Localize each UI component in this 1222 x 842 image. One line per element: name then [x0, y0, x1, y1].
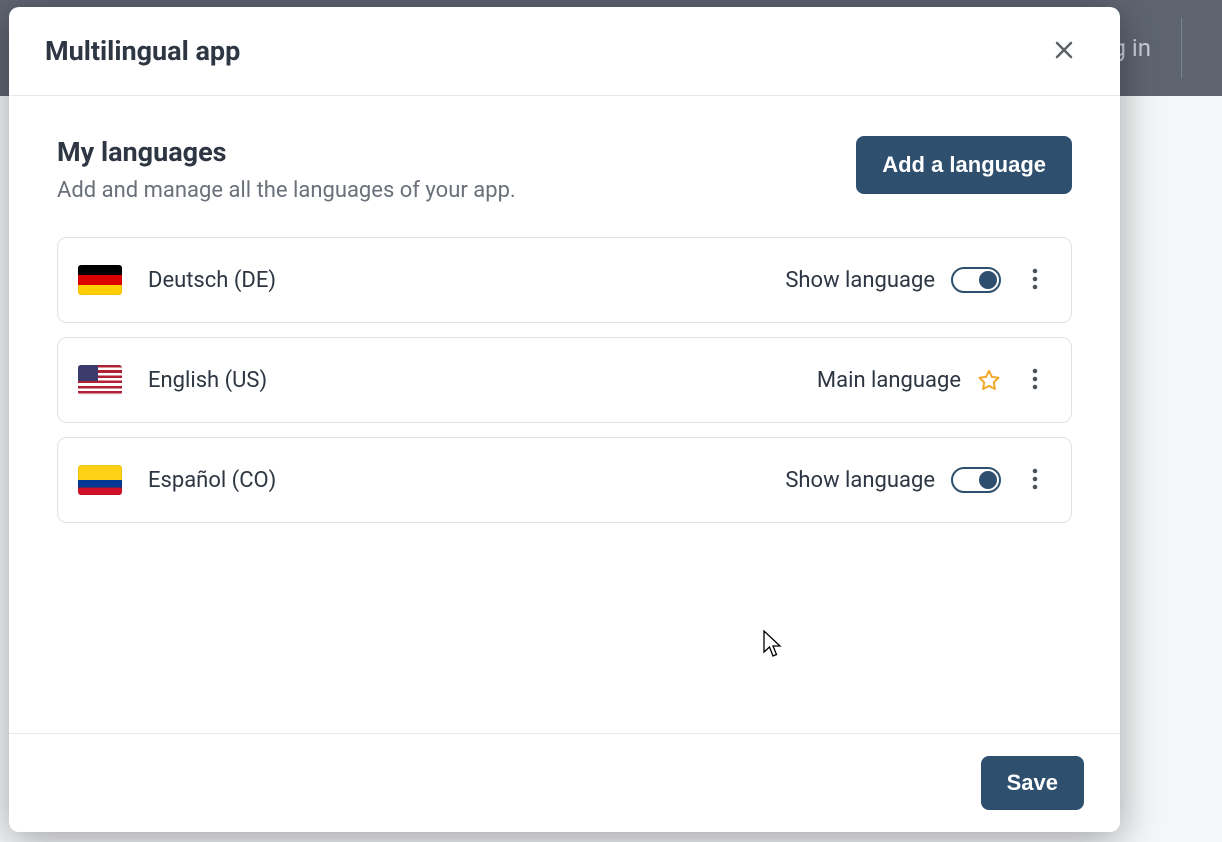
add-language-button[interactable]: Add a language — [856, 136, 1072, 194]
modal-title: Multilingual app — [45, 35, 240, 67]
show-language-label: Show language — [785, 468, 935, 493]
kebab-icon — [1032, 267, 1038, 294]
save-button-label: Save — [1007, 770, 1058, 795]
language-name: Deutsch (DE) — [148, 268, 276, 293]
language-row-espanol: Español (CO) Show language — [57, 437, 1072, 523]
language-row-deutsch: Deutsch (DE) Show language — [57, 237, 1072, 323]
kebab-icon — [1032, 467, 1038, 494]
language-name: Español (CO) — [148, 468, 276, 493]
show-language-toggle[interactable] — [951, 267, 1001, 293]
background-header-separator — [1181, 18, 1182, 78]
multilingual-modal: Multilingual app My languages Add and ma… — [9, 7, 1120, 832]
close-icon — [1052, 38, 1076, 65]
star-icon — [977, 368, 1001, 392]
flag-de-icon — [78, 265, 122, 295]
section-title: My languages — [57, 136, 516, 168]
language-row-english: English (US) Main language — [57, 337, 1072, 423]
modal-header: Multilingual app — [9, 7, 1120, 96]
flag-us-icon — [78, 365, 122, 395]
close-button[interactable] — [1044, 31, 1084, 71]
kebab-icon — [1032, 367, 1038, 394]
save-button[interactable]: Save — [981, 756, 1084, 810]
show-language-toggle[interactable] — [951, 467, 1001, 493]
language-name: English (US) — [148, 368, 267, 393]
section-subtitle: Add and manage all the languages of your… — [57, 178, 516, 203]
language-menu-button[interactable] — [1019, 460, 1051, 500]
language-menu-button[interactable] — [1019, 360, 1051, 400]
modal-footer: Save — [9, 733, 1120, 832]
section-header: My languages Add and manage all the lang… — [57, 136, 1072, 203]
flag-co-icon — [78, 465, 122, 495]
add-language-button-label: Add a language — [882, 152, 1046, 177]
language-list: Deutsch (DE) Show language English (US) … — [57, 237, 1072, 523]
modal-body: My languages Add and manage all the lang… — [9, 96, 1120, 733]
language-menu-button[interactable] — [1019, 260, 1051, 300]
show-language-label: Show language — [785, 268, 935, 293]
main-language-label: Main language — [817, 368, 961, 393]
